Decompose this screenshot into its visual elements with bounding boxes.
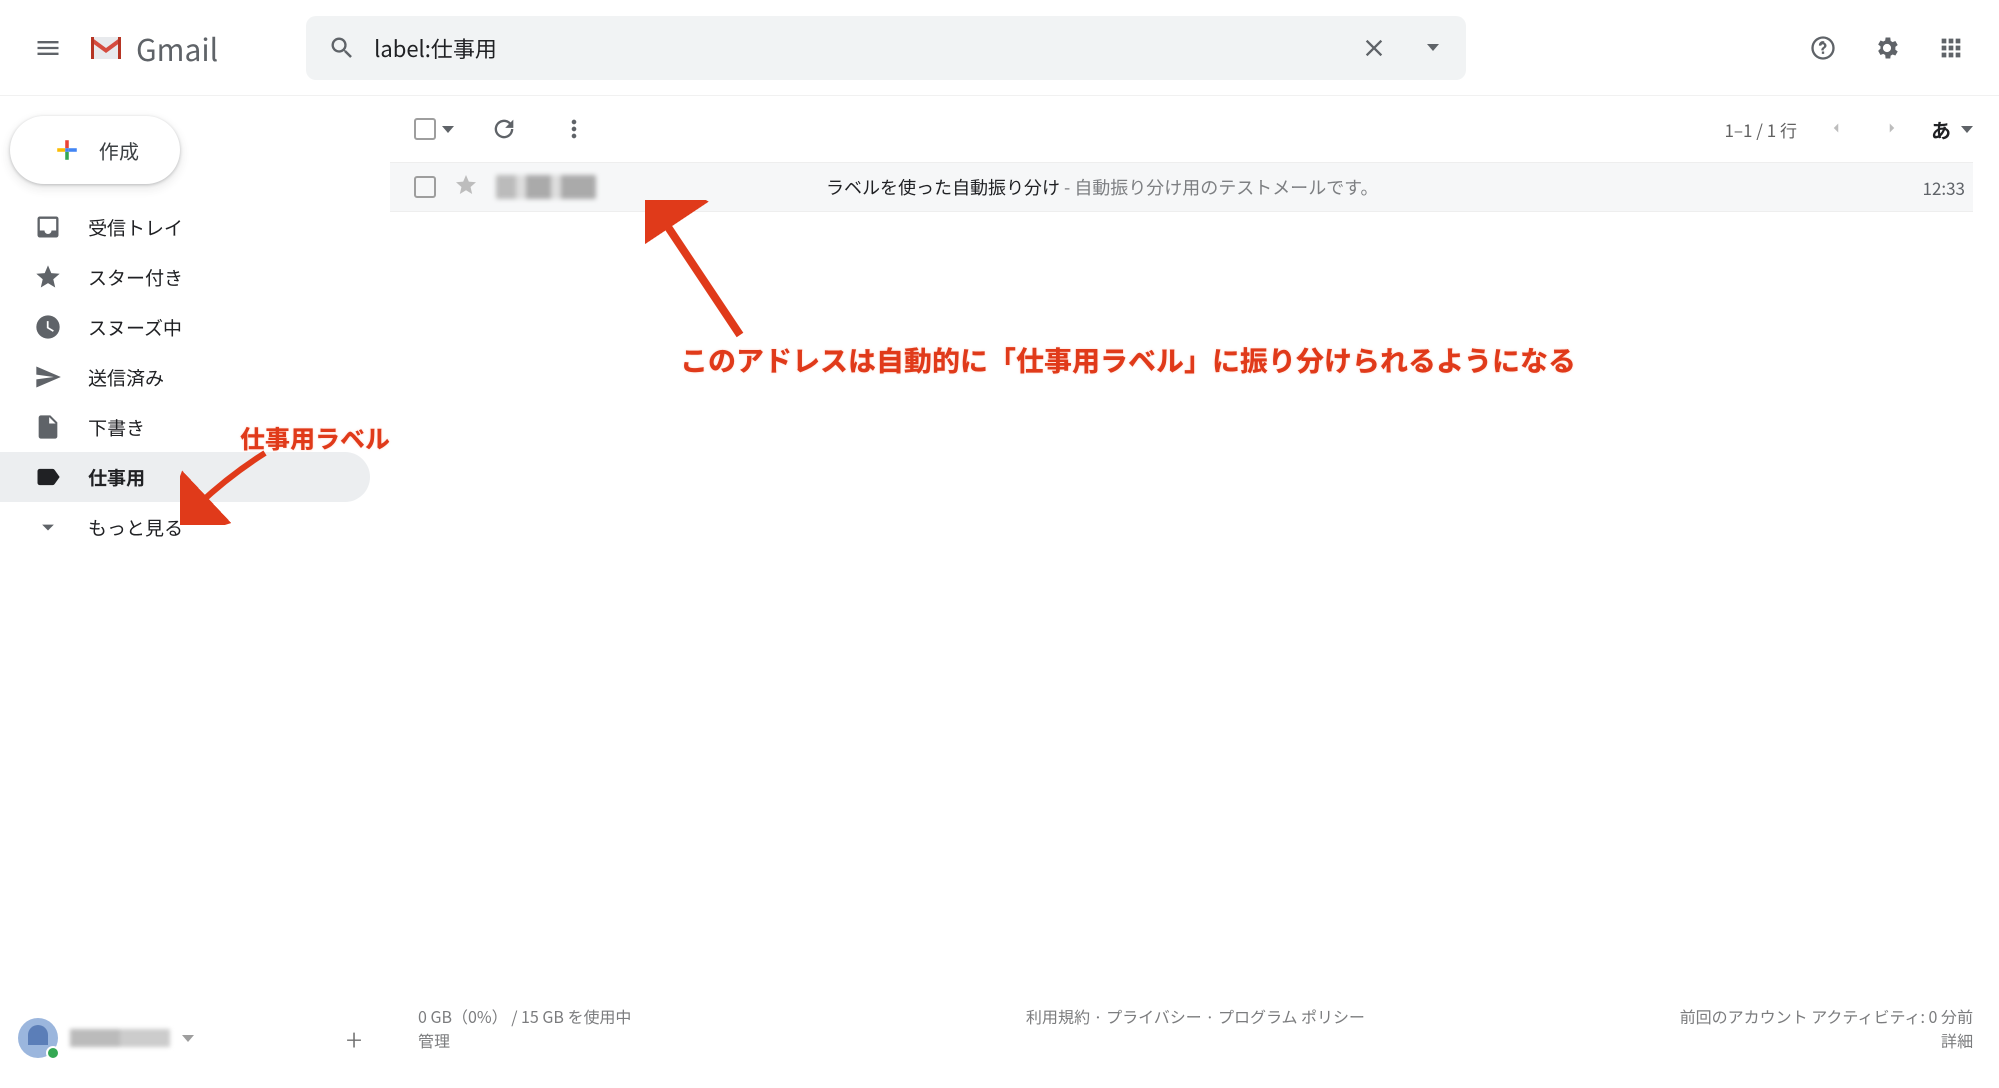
email-subject: ラベルを使った自動振り分け — [826, 174, 1060, 200]
search-clear-button[interactable] — [1346, 20, 1402, 76]
footer-activity: 前回のアカウント アクティビティ: 0 分前 詳細 — [1680, 1004, 1973, 1052]
caret-down-icon[interactable] — [442, 126, 454, 133]
next-page-button[interactable] — [1875, 109, 1909, 150]
clock-icon — [34, 313, 62, 341]
header: Gmail — [0, 0, 1999, 96]
toolbar-left — [414, 109, 594, 149]
hamburger-icon — [34, 34, 62, 62]
privacy-link[interactable]: プライバシー — [1106, 1004, 1202, 1028]
star-icon — [34, 263, 62, 291]
toolbar-right: 1–1 / 1 行 あ — [1724, 109, 1973, 150]
star-outline-icon — [454, 173, 478, 197]
close-icon — [1360, 34, 1388, 62]
sidebar-item-sent[interactable]: 送信済み — [0, 352, 370, 402]
annotation-arrow-main — [645, 200, 765, 340]
user-name-redacted — [70, 1029, 170, 1047]
chevron-down-icon — [34, 513, 62, 541]
annotation-arrow-sidebar — [180, 445, 280, 525]
search-bar — [306, 16, 1466, 80]
page-info: 1–1 / 1 行 — [1724, 117, 1797, 142]
email-subject-wrap: ラベルを使った自動振り分け - 自動振り分け用のテストメールです。 — [826, 174, 1379, 200]
footer-links: 利用規約 · プライバシー · プログラム ポリシー — [1026, 1004, 1365, 1028]
support-button[interactable] — [1795, 20, 1851, 76]
select-all[interactable] — [414, 118, 454, 140]
email-row[interactable]: ラベルを使った自動振り分け - 自動振り分け用のテストメールです。 12:33 — [390, 162, 1973, 212]
body-area: 作成 受信トレイ スター付き スヌーズ中 送信済み 下書き 仕事用 もっと見 — [0, 96, 1999, 1088]
more-button[interactable] — [554, 109, 594, 149]
header-actions — [1795, 20, 1979, 76]
gmail-logo-icon — [86, 33, 126, 63]
apps-grid-icon — [1937, 34, 1965, 62]
sidebar-item-label: もっと見る — [88, 514, 183, 541]
settings-button[interactable] — [1859, 20, 1915, 76]
label-icon — [34, 463, 62, 491]
footer: 0 GB（0%） / 15 GB を使用中 管理 利用規約 · プライバシー ·… — [418, 1004, 1973, 1052]
sidebar-item-label: 受信トレイ — [88, 214, 183, 241]
sidebar-item-snoozed[interactable]: スヌーズ中 — [0, 302, 370, 352]
sidebar-item-label: スヌーズ中 — [88, 314, 182, 341]
sidebar-item-label: 送信済み — [88, 364, 164, 391]
ime-label: あ — [1931, 115, 1951, 144]
footer-storage: 0 GB（0%） / 15 GB を使用中 管理 — [418, 1004, 632, 1052]
new-chat-button[interactable]: + — [346, 1016, 362, 1060]
more-vert-icon — [560, 115, 588, 143]
apps-button[interactable] — [1923, 20, 1979, 76]
caret-down-icon — [1427, 44, 1439, 51]
refresh-icon — [490, 115, 518, 143]
search-input[interactable] — [370, 32, 1346, 64]
main-menu-button[interactable] — [20, 20, 76, 76]
storage-manage-link[interactable]: 管理 — [418, 1028, 450, 1052]
caret-down-icon — [1961, 126, 1973, 133]
help-icon — [1809, 34, 1837, 62]
annotation-main-text: このアドレスは自動的に「仕事用ラベル」に振り分けられるようになる — [680, 340, 1576, 380]
compose-label: 作成 — [99, 136, 139, 165]
hangouts-bar: + — [18, 1016, 362, 1060]
row-checkbox[interactable] — [414, 176, 436, 198]
program-policies-link[interactable]: プログラム ポリシー — [1218, 1004, 1365, 1028]
storage-text: 0 GB（0%） / 15 GB を使用中 — [418, 1004, 632, 1028]
send-icon — [34, 363, 62, 391]
select-all-checkbox[interactable] — [414, 118, 436, 140]
email-snippet: - 自動振り分け用のテストメールです。 — [1060, 174, 1379, 200]
terms-link[interactable]: 利用規約 — [1026, 1004, 1090, 1028]
file-icon — [34, 413, 62, 441]
activity-text: 前回のアカウント アクティビティ: 0 分前 — [1680, 1004, 1973, 1028]
plus-icon — [51, 134, 83, 166]
email-time: 12:33 — [1923, 175, 1973, 200]
user-avatar[interactable] — [18, 1018, 58, 1058]
email-sender-redacted — [496, 175, 596, 199]
search-button[interactable] — [314, 20, 370, 76]
input-method-button[interactable]: あ — [1931, 115, 1973, 144]
gear-icon — [1873, 34, 1901, 62]
search-options-button[interactable] — [1402, 20, 1458, 76]
gmail-logo[interactable]: Gmail — [86, 26, 218, 70]
activity-details-link[interactable]: 詳細 — [1941, 1028, 1973, 1052]
prev-page-button[interactable] — [1819, 109, 1853, 150]
main-panel: 1–1 / 1 行 あ ラベルを使った自動振り分け - 自動振り分 — [390, 96, 1999, 1088]
sidebar-item-label: スター付き — [88, 264, 183, 291]
chevron-right-icon — [1883, 119, 1901, 137]
inbox-icon — [34, 213, 62, 241]
presence-dot — [46, 1046, 60, 1060]
toolbar: 1–1 / 1 行 あ — [390, 96, 1973, 162]
sidebar: 作成 受信トレイ スター付き スヌーズ中 送信済み 下書き 仕事用 もっと見 — [0, 96, 390, 1088]
hangouts-menu-button[interactable] — [182, 1035, 194, 1042]
row-star-button[interactable] — [454, 173, 478, 202]
chevron-left-icon — [1827, 119, 1845, 137]
sidebar-item-label: 仕事用 — [88, 464, 145, 491]
sidebar-item-starred[interactable]: スター付き — [0, 252, 370, 302]
refresh-button[interactable] — [484, 109, 524, 149]
compose-button[interactable]: 作成 — [10, 116, 180, 184]
sidebar-item-label: 下書き — [88, 414, 145, 441]
sidebar-item-inbox[interactable]: 受信トレイ — [0, 202, 370, 252]
gmail-logo-text: Gmail — [136, 26, 218, 70]
search-icon — [328, 34, 356, 62]
